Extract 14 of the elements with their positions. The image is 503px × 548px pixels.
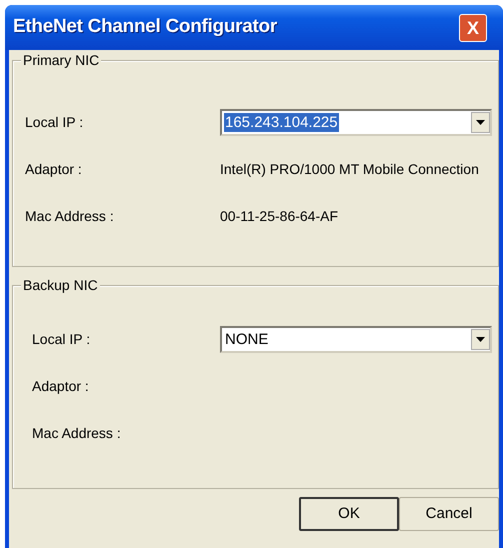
field-label: Mac Address : [25,207,115,226]
field-label: Adaptor : [32,377,90,396]
window-title: EtheNet Channel Configurator [13,15,277,40]
field-value: Intel(R) PRO/1000 MT Mobile Connection [220,160,479,179]
close-button[interactable]: X [459,14,487,42]
field-value: 00-11-25-86-64-AF [220,207,338,226]
field-label: Local IP : [25,113,84,132]
ip-dropdown[interactable]: 165.243.104.225 [220,109,492,136]
field-label: Mac Address : [32,424,122,443]
dialog-button[interactable]: OK [299,497,399,531]
dialog-button[interactable]: Cancel [399,497,499,531]
ip-dropdown[interactable]: NONE [220,326,492,353]
field-label: Local IP : [32,330,92,349]
field-label: Adaptor : [25,160,83,179]
